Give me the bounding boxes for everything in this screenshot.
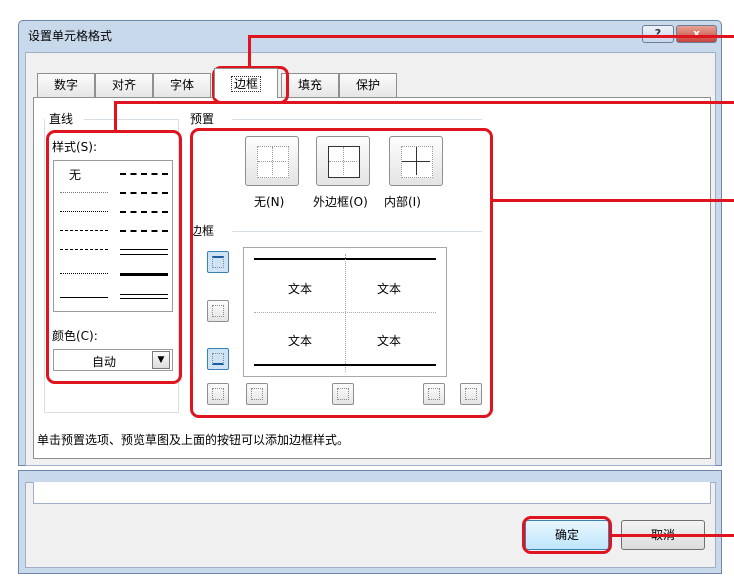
dialog-title: 设置单元格格式 (28, 29, 113, 43)
line-group-divider (84, 119, 179, 120)
tab-font[interactable]: 字体 (153, 73, 211, 97)
hint-text: 单击预置选项、预览草图及上面的按钮可以添加边框样式。 (37, 433, 350, 447)
preset-border-highlight (190, 128, 493, 418)
tab-number[interactable]: 数字 (37, 73, 95, 97)
tab-fill[interactable]: 填充 (281, 73, 339, 97)
preset-divider (232, 119, 482, 120)
callout-line-ok (609, 534, 734, 537)
tab-border[interactable]: 边框 (214, 68, 278, 98)
callout-line-line-group-drop (114, 101, 117, 132)
ok-button-highlight (522, 516, 612, 554)
dialog-lower-panel (33, 482, 711, 504)
line-group-title: 直线 (49, 112, 74, 126)
callout-line-tab (248, 35, 734, 38)
tab-protection[interactable]: 保护 (339, 73, 397, 97)
close-button[interactable]: x (676, 25, 717, 43)
line-group-highlight (46, 130, 182, 384)
preset-title: 预置 (190, 112, 215, 126)
help-button[interactable]: ? (642, 25, 674, 43)
callout-line-preset (490, 199, 734, 202)
tab-alignment[interactable]: 对齐 (95, 73, 153, 97)
callout-line-line-group (114, 101, 734, 104)
callout-line-tab-drop (248, 35, 251, 69)
